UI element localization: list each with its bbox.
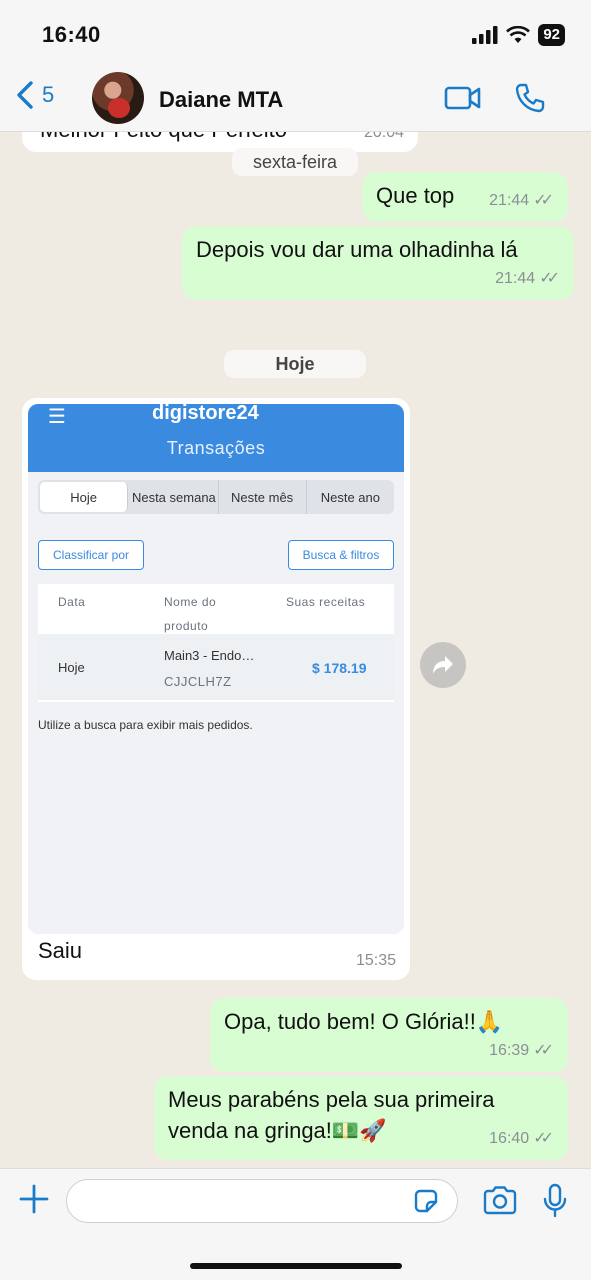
tab-this-year: Neste ano: [320, 489, 380, 505]
chat-area[interactable]: Melhor Feito que Perfeito 20:04 sexta-fe…: [0, 132, 591, 1168]
contact-name[interactable]: Daiane MTA: [159, 87, 283, 113]
phone-call-icon[interactable]: [514, 82, 546, 114]
date-separator: sexta-feira: [232, 148, 358, 176]
message-bubble-outgoing[interactable]: Meus parabéns pela sua primeira venda na …: [154, 1076, 568, 1160]
digistore-header: ☰ digistore24 Transações: [28, 404, 404, 472]
tab-this-week: Nesta semana: [130, 480, 219, 514]
message-input[interactable]: [66, 1179, 458, 1223]
row-date: Hoje: [58, 660, 85, 675]
message-time: 20:04: [363, 132, 404, 141]
row-amount: $ 178.19: [312, 660, 367, 676]
column-header-earnings: Suas receitas: [286, 595, 366, 609]
transactions-table: Data Nome do produto Suas receitas Hoje M…: [38, 584, 394, 702]
read-receipt-icon: ✓✓: [533, 1042, 554, 1059]
back-button[interactable]: 5: [16, 80, 54, 110]
composer-bar: [0, 1168, 591, 1280]
image-caption: Saiu: [38, 938, 83, 963]
read-receipt-icon: ✓✓: [533, 1130, 554, 1147]
sticker-icon[interactable]: [412, 1187, 440, 1215]
column-header-product: Nome do produto: [164, 595, 217, 633]
home-indicator: [190, 1263, 402, 1269]
tab-this-month: Neste mês: [219, 480, 307, 514]
signal-icon: [472, 26, 498, 44]
message-time: 15:35: [355, 952, 396, 969]
tab-today: Hoje: [40, 482, 129, 512]
message-bubble-incoming[interactable]: Melhor Feito que Perfeito 20:04: [22, 132, 418, 152]
search-hint: Utilize a busca para exibir mais pedidos…: [38, 718, 253, 732]
video-call-icon[interactable]: [444, 84, 482, 112]
message-meta: 16:40 ✓✓: [489, 1123, 554, 1154]
message-bubble-outgoing[interactable]: Que top 21:44 ✓✓: [362, 172, 568, 222]
battery-icon: 92: [538, 24, 565, 46]
shared-screenshot[interactable]: ☰ digistore24 Transações Hoje Nesta sema…: [28, 404, 404, 934]
status-time: 16:40: [42, 22, 101, 47]
forward-button[interactable]: [420, 642, 466, 688]
message-text: Depois vou dar uma olhadinha lá: [196, 237, 518, 262]
message-bubble-outgoing[interactable]: Depois vou dar uma olhadinha lá 21:44 ✓✓: [182, 226, 574, 300]
digistore-title: Transações: [166, 438, 266, 458]
unread-count: 5: [42, 82, 55, 107]
row-product-name: Main3 - Endo…: [164, 648, 255, 663]
camera-icon[interactable]: [482, 1185, 518, 1215]
plus-icon[interactable]: [18, 1183, 50, 1215]
chat-header: 5 Daiane MTA: [0, 66, 591, 132]
message-text: Meus parabéns pela sua primeira venda na …: [168, 1087, 495, 1143]
digistore-logo: digistore24: [152, 404, 259, 424]
chevron-left-icon: [17, 81, 33, 109]
menu-icon: ☰: [48, 406, 66, 428]
filter-button: Busca & filtros: [288, 540, 394, 570]
read-receipt-icon: ✓✓: [533, 192, 554, 209]
table-row: Hoje Main3 - Endo… CJJCLH7Z $ 178.19: [38, 634, 394, 700]
message-meta: 16:39 ✓✓: [489, 1035, 554, 1066]
date-separator: Hoje: [224, 350, 366, 378]
avatar[interactable]: [92, 72, 144, 124]
wifi-icon: [506, 26, 531, 43]
status-bar: 16:40 92: [0, 0, 591, 66]
status-indicators: 92: [472, 24, 565, 46]
message-meta: 21:44 ✓✓: [489, 185, 554, 216]
period-tabs: Hoje Nesta semana Neste mês Neste ano: [38, 480, 394, 514]
message-bubble-outgoing[interactable]: Opa, tudo bem! O Glória!!🙏 16:39 ✓✓: [210, 998, 568, 1072]
microphone-icon[interactable]: [542, 1183, 568, 1219]
forward-icon: [433, 656, 453, 674]
row-product-id: CJJCLH7Z: [164, 674, 232, 689]
sort-button: Classificar por: [38, 540, 144, 570]
image-message-bubble[interactable]: ☰ digistore24 Transações Hoje Nesta sema…: [22, 398, 410, 980]
message-meta: 21:44 ✓✓: [495, 263, 560, 294]
message-text: Opa, tudo bem! O Glória!!🙏: [224, 1009, 504, 1034]
read-receipt-icon: ✓✓: [539, 270, 560, 287]
message-text: Melhor Feito que Perfeito: [40, 132, 287, 145]
message-text: Que top: [376, 183, 455, 208]
column-header-date: Data: [58, 595, 86, 609]
